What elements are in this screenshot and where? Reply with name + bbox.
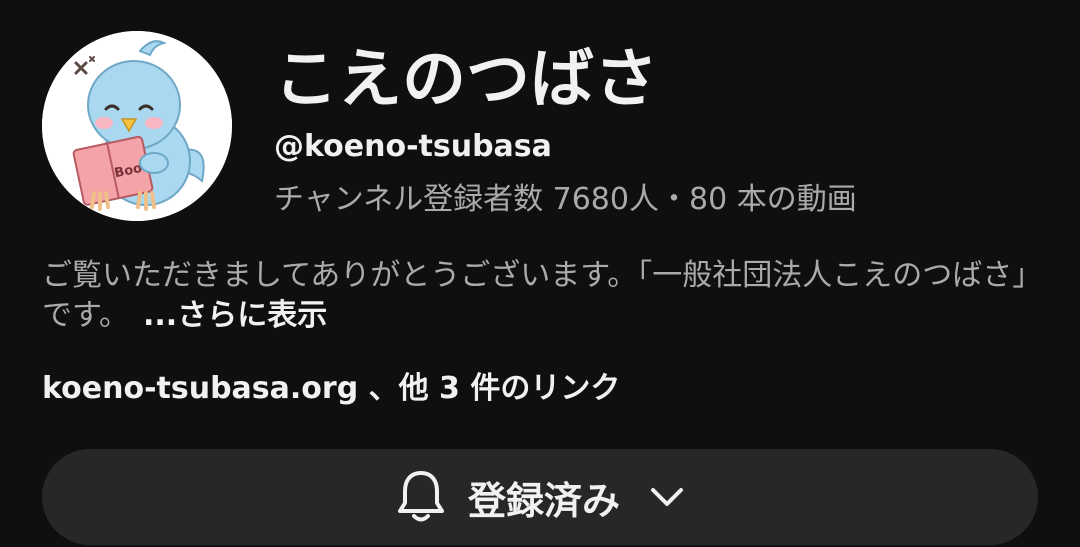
channel-stats: チャンネル登録者数 7680人・80 本の動画 — [274, 182, 857, 217]
channel-handle: @koeno-tsubasa — [274, 129, 552, 164]
bird-reading-book-icon: Book — [42, 31, 232, 221]
channel-links[interactable]: koeno-tsubasa.org 、他 3 件のリンク — [42, 369, 620, 409]
show-more-link[interactable]: ...さらに表示 — [143, 298, 327, 333]
channel-name: こえのつばさ — [274, 43, 658, 117]
subscribed-label: 登録済み — [467, 478, 620, 523]
subscribed-button[interactable]: 登録済み — [42, 449, 1038, 545]
channel-description[interactable]: ご覧いただきましてありがとうございます。「一般社団法人こえのつばさ」です。...… — [42, 256, 1032, 336]
channel-avatar[interactable]: Book — [42, 31, 232, 221]
bell-icon — [397, 471, 444, 522]
chevron-down-icon — [651, 488, 683, 506]
